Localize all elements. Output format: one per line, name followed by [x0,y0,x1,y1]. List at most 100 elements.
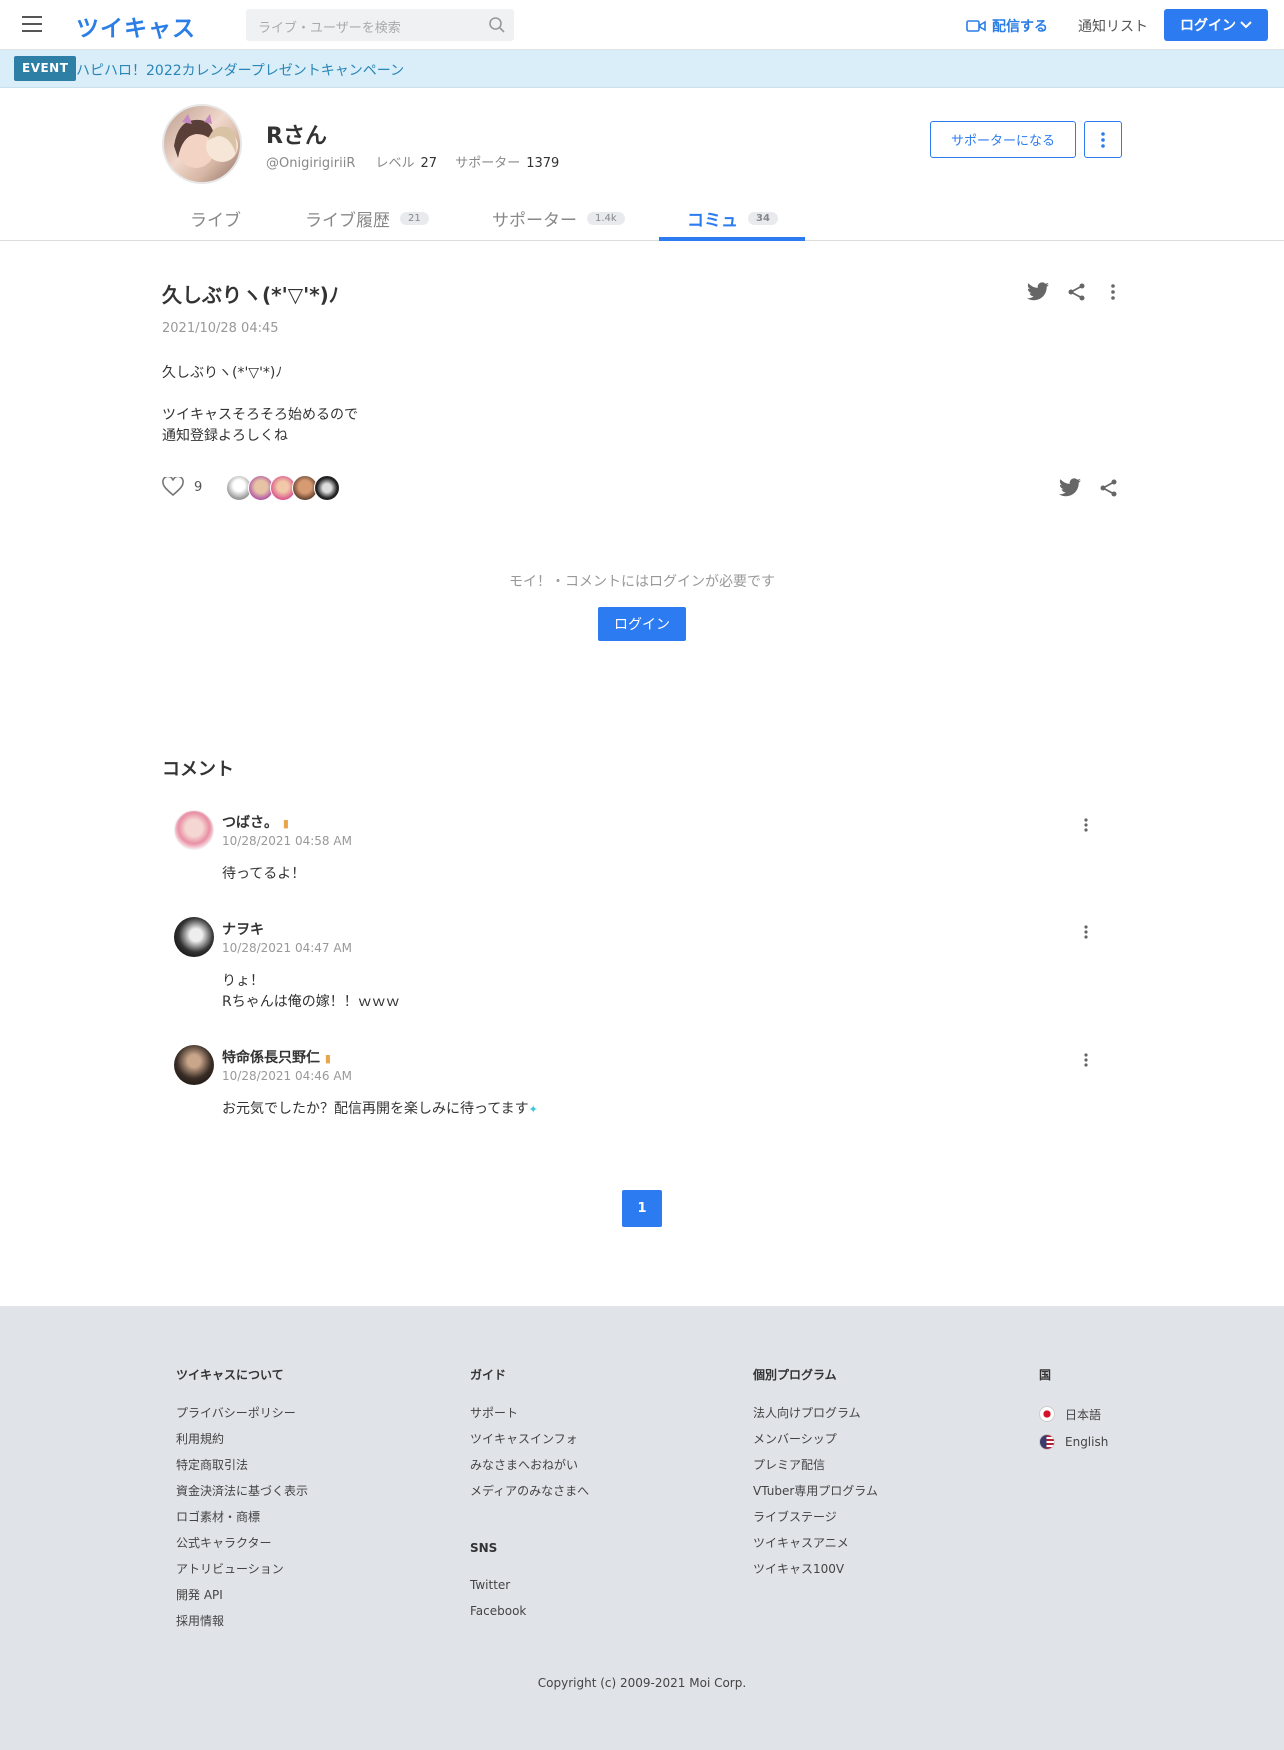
login-button[interactable]: ログイン [598,607,686,641]
comment-author[interactable]: 特命係長只野仁 ▮ [222,1047,331,1067]
comment-text-line: Rちゃんは俺の嫁！！ｗｗｗ [222,994,400,1010]
hamburger-menu-icon[interactable] [22,16,42,32]
post-body-line: 通知登録よろしくね [162,428,288,444]
share-icon[interactable] [1068,283,1086,301]
profile-meta: @OnigirigiriiR レベル 27 サポーター 1379 [266,152,573,171]
search-input[interactable]: ライブ・ユーザーを検索 [246,9,514,41]
comment-author-name: 特命係長只野仁 [222,1050,320,1066]
moi-user-avatars[interactable] [226,475,340,501]
post-body: 久しぶりヽ(*'▽'*)ﾉ ツイキャスそろそろ始めるので 通知登録よろしくね [162,363,358,447]
footer-link[interactable]: アトリビューション [176,1561,308,1577]
footer-link-twitter[interactable]: Twitter [470,1577,589,1593]
footer-link[interactable]: メンバーシップ [753,1431,878,1447]
footer-column-guide: ガイド サポート ツイキャスインフォ みなさまへおねがい メディアのみなさまへ … [470,1366,589,1629]
footer-link[interactable]: 資金決済法に基づく表示 [176,1483,308,1499]
active-tab-indicator [659,237,805,241]
tab-supporters[interactable]: サポーター 1.4k [492,206,625,231]
pagination-page[interactable]: 1 [622,1190,662,1227]
login-label: ログイン [1180,18,1236,34]
tab-label: ライブ履歴 [305,211,390,231]
more-vertical-icon [1101,131,1105,148]
broadcast-label: 配信する [992,19,1048,35]
language-japanese[interactable]: 日本語 [1039,1405,1108,1423]
notification-list-link[interactable]: 通知リスト [1078,16,1148,36]
comment-text: お元気でしたか？配信再開を楽しみに待ってます✦ [222,1099,538,1120]
footer-link[interactable]: 法人向けプログラム [753,1405,878,1421]
event-badge: EVENT [14,56,77,81]
language-label: 日本語 [1065,1407,1102,1422]
footer-link[interactable]: プレミア配信 [753,1457,878,1473]
video-camera-icon [966,20,986,32]
twitter-icon[interactable] [1058,478,1082,498]
footer-link[interactable]: ライブステージ [753,1509,878,1525]
login-required-note: モイ！・コメントにはログインが必要です [509,574,775,590]
comment-text-line: お元気でしたか？配信再開を楽しみに待ってます [222,1101,529,1117]
avatar-image [174,114,238,168]
footer-heading: SNS [470,1541,498,1555]
footer-link[interactable]: サポート [470,1405,589,1421]
event-banner[interactable]: EVENT ハピハロ！2022カレンダープレゼントキャンペーン [0,50,1284,88]
comment-author[interactable]: つばさ。 ▮ [222,812,289,832]
comments-heading: コメント [162,759,234,780]
profile-avatar[interactable] [162,104,242,184]
tab-label: コミュ [687,211,738,231]
footer-link[interactable]: ロゴ素材・商標 [176,1509,308,1525]
broadcast-button[interactable]: 配信する [966,16,1048,36]
profile-name: Rさん [266,124,327,149]
tab-community[interactable]: コミュ 34 [687,206,778,231]
comment-author-name: つばさ。 [222,815,278,831]
post-body-line: 久しぶりヽ(*'▽'*)ﾉ [162,365,283,381]
tab-label: サポーター [492,211,577,231]
profile-more-button[interactable] [1084,121,1122,158]
footer-heading: ガイド [470,1368,507,1382]
level-value: 27 [420,156,438,171]
more-vertical-icon[interactable] [1111,284,1115,300]
more-vertical-icon[interactable] [1084,1053,1088,1067]
language-english[interactable]: English [1039,1433,1108,1451]
level-label: レベル [375,156,415,171]
tab-live[interactable]: ライブ [190,206,241,231]
footer-column-about: ツイキャスについて プライバシーポリシー 利用規約 特定商取引法 資金決済法に基… [176,1366,308,1639]
twitter-icon[interactable] [1026,282,1050,302]
search-icon[interactable] [488,16,506,34]
supporter-label: サポーター [455,156,521,171]
comment-time: 10/28/2021 04:46 AM [222,1069,352,1083]
tab-badge: 34 [748,212,778,225]
tabs-divider [0,240,1284,241]
footer-link[interactable]: 公式キャラクター [176,1535,308,1551]
tab-live-history[interactable]: ライブ履歴 21 [305,206,429,231]
avatar[interactable] [174,917,214,957]
footer-link[interactable]: 特定商取引法 [176,1457,308,1473]
footer-link[interactable]: ツイキャスアニメ [753,1535,878,1551]
share-icon[interactable] [1100,479,1118,497]
heart-icon [162,477,184,497]
comment-author[interactable]: ナヲキ [222,919,264,939]
footer-link[interactable]: プライバシーポリシー [176,1405,308,1421]
footer-link[interactable]: 利用規約 [176,1431,308,1447]
become-supporter-button[interactable]: サポーターになる [930,121,1076,158]
comment-time: 10/28/2021 04:47 AM [222,941,352,955]
footer-link[interactable]: みなさまへおねがい [470,1457,589,1473]
avatar[interactable] [174,810,214,850]
footer-link[interactable]: ツイキャスインフォ [470,1431,589,1447]
footer-link[interactable]: 採用情報 [176,1613,308,1629]
moi-button[interactable]: 9 [162,477,202,497]
comment-text: 待ってるよ！ [222,866,306,882]
tab-badge: 21 [400,212,429,225]
footer-link[interactable]: VTuber専用プログラム [753,1483,878,1499]
footer-link[interactable]: 開発 API [176,1587,308,1603]
site-logo[interactable]: ツイキャス [76,9,196,43]
event-link[interactable]: ハピハロ！2022カレンダープレゼントキャンペーン [76,60,404,80]
more-vertical-icon[interactable] [1084,818,1088,832]
post-title: 久しぶりヽ(*'▽'*)ﾉ [162,283,339,307]
avatar[interactable] [314,475,340,501]
search-placeholder: ライブ・ユーザーを検索 [258,21,401,36]
avatar[interactable] [174,1045,214,1085]
footer-link[interactable]: ツイキャス100V [753,1561,878,1577]
footer-link-facebook[interactable]: Facebook [470,1603,589,1619]
footer-link[interactable]: メディアのみなさまへ [470,1483,589,1499]
post-body-line: ツイキャスそろそろ始めるので [162,407,358,423]
more-vertical-icon[interactable] [1084,925,1088,939]
supporter-badge-icon: ▮ [324,1052,331,1065]
login-dropdown-button[interactable]: ログイン [1164,9,1268,41]
